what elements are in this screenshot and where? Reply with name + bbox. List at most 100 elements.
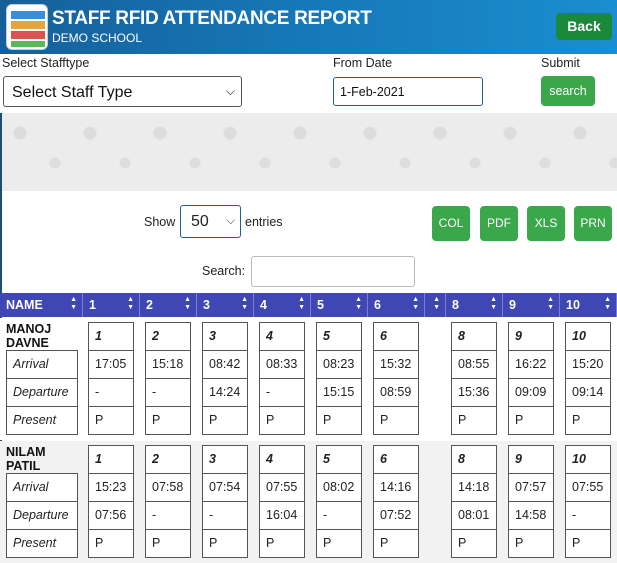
departure-time: 14:58 (508, 501, 554, 530)
column-header-label: 4 (260, 298, 267, 312)
column-header-label: NAME (6, 298, 43, 312)
stafftype-select-value: Select Staff Type (12, 84, 133, 101)
stafftype-select[interactable]: Select Staff Type ⌵ (3, 76, 242, 107)
show-label: Show (144, 215, 176, 229)
column-header-day[interactable]: 6 ▲ ▼ (368, 293, 425, 317)
day-number: 10 (565, 322, 611, 351)
sort-icon: ▲ ▼ (547, 296, 554, 311)
departure-time: - (145, 378, 191, 407)
column-header-day[interactable]: ▲ ▼ (425, 293, 446, 317)
row-label-arrival: Arrival (6, 473, 78, 502)
school-logo (6, 4, 48, 50)
row-label-present: Present (6, 406, 78, 435)
departure-time: - (202, 501, 248, 530)
column-header-label: 6 (374, 298, 381, 312)
departure-time: - (88, 378, 134, 407)
arrival-time: 08:23 (316, 350, 362, 379)
xls-button[interactable]: XLS (527, 206, 565, 241)
sort-icon: ▲ ▼ (184, 296, 191, 311)
arrival-time: 07:55 (565, 473, 611, 502)
present-status: P (451, 529, 497, 558)
sort-icon: ▲ ▼ (298, 296, 305, 311)
chevron-down-icon: ⌵ (225, 84, 235, 98)
fromdate-input[interactable]: 1-Feb-2021 (333, 77, 483, 106)
day-number: 1 (88, 322, 134, 351)
departure-time: 14:24 (202, 378, 248, 407)
day-number: 10 (565, 445, 611, 474)
row-label-departure: Departure (6, 501, 78, 530)
column-header-day[interactable]: 10 ▲ ▼ (560, 293, 617, 317)
arrival-time: 07:58 (145, 473, 191, 502)
entries-select[interactable]: 50 ⌵ (180, 205, 241, 238)
column-header-day[interactable]: 4 ▲ ▼ (254, 293, 311, 317)
day-number: 8 (451, 445, 497, 474)
staff-name: MANOJ DAVNE (6, 322, 52, 350)
sort-icon: ▲ ▼ (355, 296, 362, 311)
day-number: 3 (202, 322, 248, 351)
column-header-day[interactable]: 1 ▲ ▼ (83, 293, 140, 317)
day-number: 2 (145, 445, 191, 474)
arrival-time: 07:54 (202, 473, 248, 502)
staff-name: NILAM PATIL (6, 445, 46, 473)
search-button[interactable]: search (541, 76, 595, 106)
departure-time: - (565, 501, 611, 530)
departure-time: 07:56 (88, 501, 134, 530)
column-header-name[interactable]: NAME ▲ ▼ (0, 293, 83, 317)
column-header-label: 2 (146, 298, 153, 312)
day-number: 6 (373, 322, 419, 351)
day-number: 4 (259, 322, 305, 351)
column-header-day[interactable]: 9 ▲ ▼ (503, 293, 560, 317)
present-status: P (145, 529, 191, 558)
departure-time: 15:36 (451, 378, 497, 407)
arrival-time: 15:20 (565, 350, 611, 379)
day-number: 5 (316, 322, 362, 351)
present-status: P (259, 529, 305, 558)
stafftype-label: Select Stafftype (2, 56, 90, 70)
app-header: STAFF RFID ATTENDANCE REPORT DEMO SCHOOL… (0, 0, 617, 54)
present-status: P (88, 406, 134, 435)
column-header-label: 5 (317, 298, 324, 312)
column-header-day[interactable]: 3 ▲ ▼ (197, 293, 254, 317)
sort-icon: ▲ ▼ (70, 296, 77, 311)
arrival-time: 07:55 (259, 473, 305, 502)
departure-time: 09:14 (565, 378, 611, 407)
table-search-label: Search: (202, 264, 246, 278)
day-number: 1 (88, 445, 134, 474)
present-status: P (565, 529, 611, 558)
departure-time: 16:04 (259, 501, 305, 530)
arrival-time: 08:02 (316, 473, 362, 502)
back-button[interactable]: Back (556, 13, 612, 40)
present-status: P (202, 406, 248, 435)
present-status: P (259, 406, 305, 435)
table-search-input[interactable] (251, 256, 415, 287)
chevron-down-icon: ⌵ (226, 215, 235, 227)
entries-select-value: 50 (191, 213, 209, 230)
pdf-button[interactable]: PDF (480, 206, 518, 241)
arrival-time: 15:32 (373, 350, 419, 379)
column-header-day[interactable]: 2 ▲ ▼ (140, 293, 197, 317)
present-status: P (451, 406, 497, 435)
col-button[interactable]: COL (432, 206, 470, 241)
day-number: 6 (373, 445, 419, 474)
arrival-time: 07:57 (508, 473, 554, 502)
arrival-time: 15:23 (88, 473, 134, 502)
submit-label: Submit (541, 56, 580, 70)
day-number: 4 (259, 445, 305, 474)
day-number: 9 (508, 445, 554, 474)
column-header-day[interactable]: 5 ▲ ▼ (311, 293, 368, 317)
departure-time: 15:15 (316, 378, 362, 407)
sort-icon: ▲ ▼ (412, 296, 419, 311)
arrival-time: 14:16 (373, 473, 419, 502)
present-status: P (373, 529, 419, 558)
sort-icon: ▲ ▼ (127, 296, 134, 311)
sort-icon: ▲ ▼ (490, 296, 497, 311)
row-label-arrival: Arrival (6, 350, 78, 379)
entries-label: entries (245, 215, 283, 229)
arrival-time: 14:18 (451, 473, 497, 502)
present-status: P (145, 406, 191, 435)
present-status: P (88, 529, 134, 558)
departure-time: 08:59 (373, 378, 419, 407)
column-header-day[interactable]: 8 ▲ ▼ (446, 293, 503, 317)
print-button[interactable]: PRN (574, 206, 612, 241)
column-header-label: 9 (509, 298, 516, 312)
